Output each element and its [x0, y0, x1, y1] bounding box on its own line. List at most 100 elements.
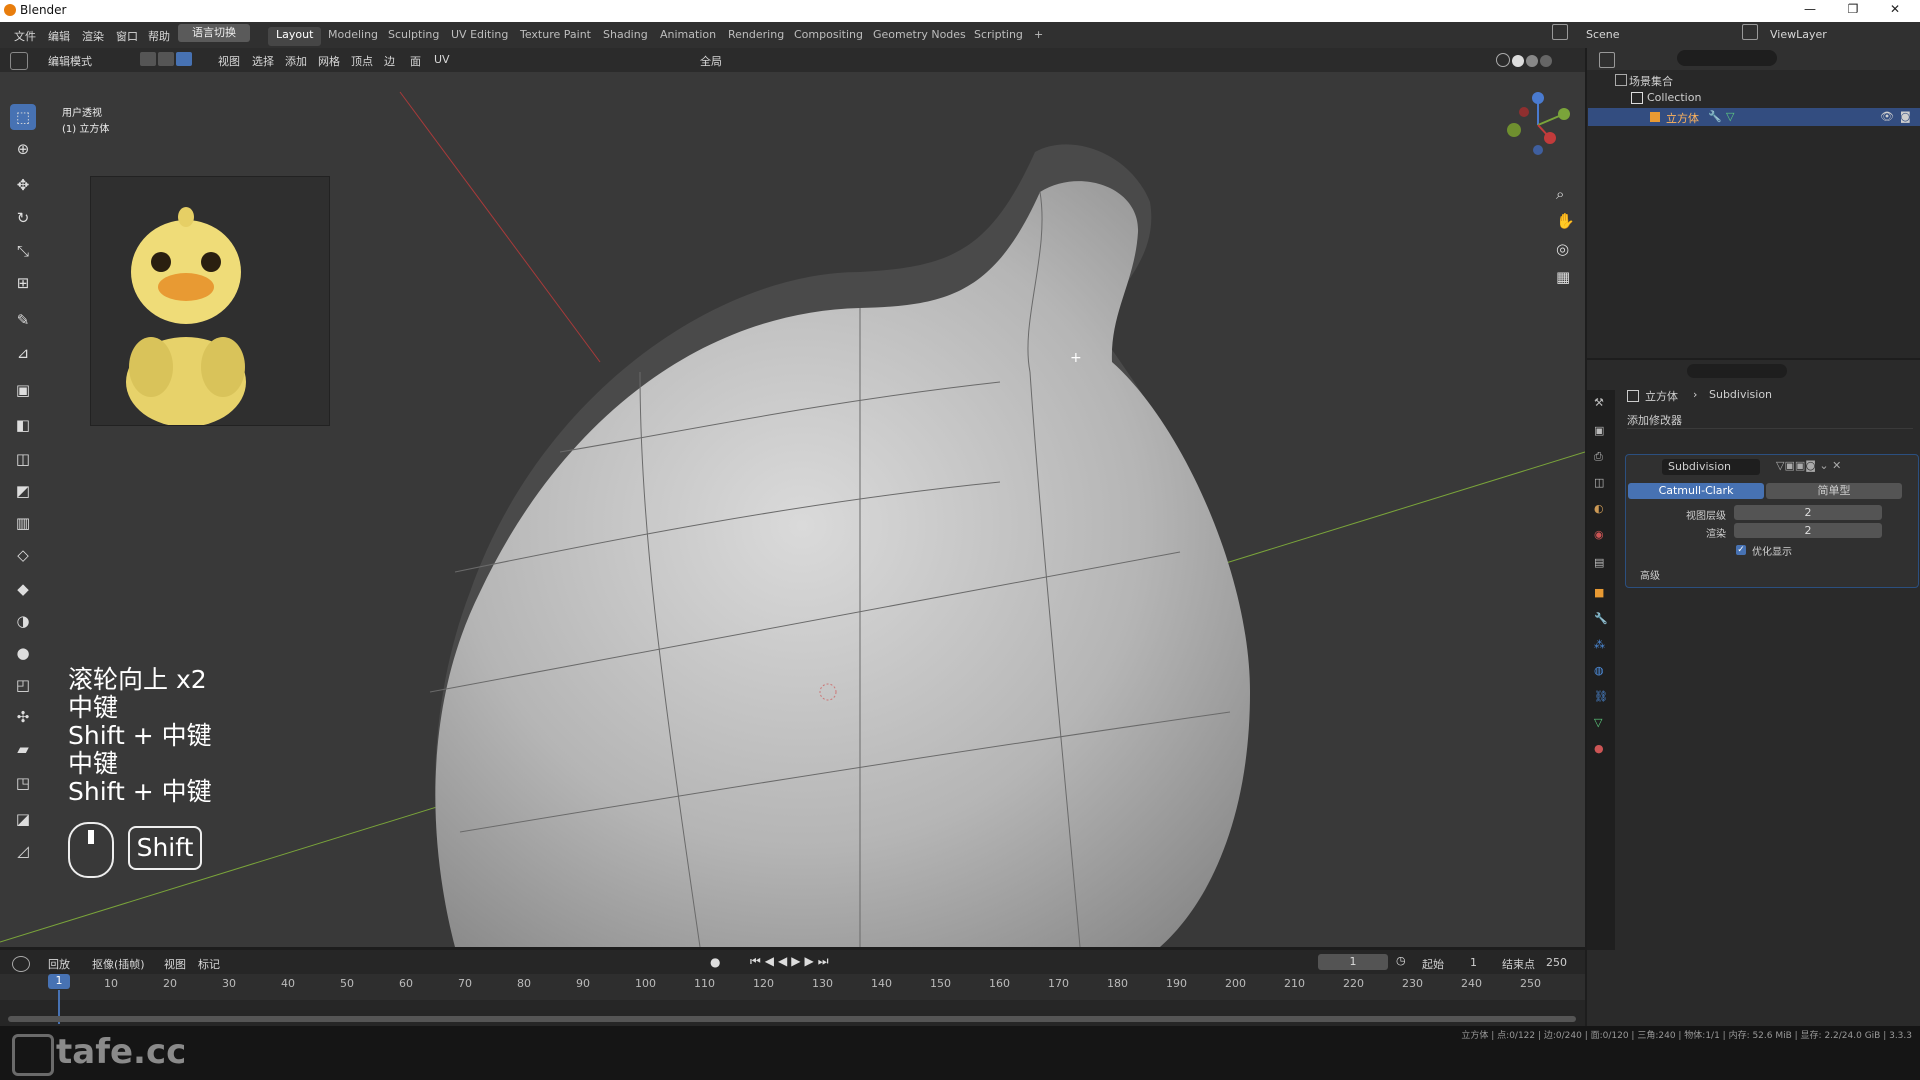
misc-tool[interactable]: ◿	[10, 838, 36, 864]
end-frame-value[interactable]: 250	[1546, 956, 1567, 969]
transform-orientation-dropdown[interactable]: 全局	[700, 53, 722, 69]
outliner-search-input[interactable]	[1677, 50, 1777, 66]
transform-tool[interactable]: ⊞	[10, 270, 36, 296]
shrink-fatten-tool[interactable]: ✣	[10, 704, 36, 730]
visibility-eye-icon[interactable]: 👁	[1880, 110, 1894, 123]
levels-viewport-field[interactable]: 2	[1734, 505, 1882, 520]
annotate-tool[interactable]: ✎	[10, 307, 36, 333]
outliner-object-row[interactable]: 立方体 🔧 ▽ 👁 ◙	[1588, 108, 1920, 126]
edge-select-icon[interactable]	[158, 52, 174, 66]
menu-uv[interactable]: UV	[434, 53, 450, 66]
pan-hand-icon[interactable]: ✋	[1556, 212, 1575, 230]
language-switch-button[interactable]: 语言切换	[178, 24, 250, 42]
face-select-icon[interactable]	[176, 52, 192, 66]
shading-mode-buttons[interactable]	[1495, 52, 1575, 68]
output-tab-icon[interactable]: ⎙	[1594, 450, 1603, 464]
material-tab-icon[interactable]: ●	[1594, 742, 1604, 755]
camera-view-icon[interactable]: ◎	[1556, 240, 1569, 258]
timeline-scrollbar[interactable]	[8, 1016, 1576, 1022]
optimal-display-checkbox[interactable]: ✓	[1736, 545, 1746, 555]
timeline-editor-icon[interactable]	[12, 956, 30, 972]
outliner-collection[interactable]: Collection	[1647, 91, 1701, 104]
maximize-button[interactable]: ❐	[1838, 2, 1868, 20]
breadcrumb-object[interactable]: 立方体	[1645, 388, 1678, 404]
menu-edge[interactable]: 边	[384, 53, 395, 69]
menu-mesh[interactable]: 网格	[318, 53, 340, 69]
tab-compositing[interactable]: Compositing	[786, 27, 871, 46]
menu-vertex[interactable]: 顶点	[351, 53, 373, 69]
poly-build-tool[interactable]: ◆	[10, 576, 36, 602]
navigation-gizmo[interactable]	[1500, 90, 1570, 160]
timeline-keying-menu[interactable]: 抠像(插帧)	[92, 956, 145, 972]
data-tab-icon[interactable]: ▽	[1594, 716, 1602, 729]
rotate-tool[interactable]: ↻	[10, 205, 36, 231]
collection-tab-icon[interactable]: ▤	[1594, 556, 1604, 569]
add-workspace-button[interactable]: +	[1026, 27, 1051, 46]
menu-face[interactable]: 面	[410, 53, 421, 69]
menu-window[interactable]: 窗口	[116, 28, 138, 44]
advanced-section-toggle[interactable]: 高级	[1640, 567, 1660, 582]
menu-edit[interactable]: 编辑	[48, 28, 70, 44]
knife-tool[interactable]: ◇	[10, 542, 36, 568]
cursor-tool[interactable]: ⊕	[10, 136, 36, 162]
view-layer-tab-icon[interactable]: ◫	[1594, 476, 1604, 489]
add-cube-tool[interactable]: ▣	[10, 377, 36, 403]
spin-tool[interactable]: ◑	[10, 608, 36, 634]
physics-tab-icon[interactable]: ◍	[1594, 664, 1604, 677]
outliner-scene-collection[interactable]: 场景集合	[1629, 73, 1673, 89]
properties-search-input[interactable]	[1687, 364, 1787, 378]
loop-cut-tool[interactable]: ▥	[10, 510, 36, 536]
modifier-toggles-icon[interactable]: ▽▣▣◙ ⌄ ✕	[1776, 459, 1841, 472]
tab-modeling[interactable]: Modeling	[320, 27, 386, 46]
tab-geometry-nodes[interactable]: Geometry Nodes	[865, 27, 974, 46]
record-icon[interactable]: ●	[710, 955, 720, 969]
timeline-playback-menu[interactable]: 回放	[48, 956, 70, 972]
menu-add[interactable]: 添加	[285, 53, 307, 69]
rip-tool[interactable]: ◳	[10, 770, 36, 796]
particles-tab-icon[interactable]: ⁂	[1594, 638, 1605, 651]
outliner-editor-icon[interactable]	[1599, 52, 1615, 68]
playback-controls-icon[interactable]: ⏮◀◀▶▶⏭	[750, 954, 833, 969]
timeline-view-menu[interactable]: 视图	[164, 956, 186, 972]
measure-tool[interactable]: ⊿	[10, 340, 36, 366]
uv-tool[interactable]: ◪	[10, 806, 36, 832]
playhead-frame-badge[interactable]: 1	[48, 974, 70, 989]
mode-dropdown[interactable]: 编辑模式	[48, 53, 92, 69]
close-button[interactable]: ✕	[1880, 2, 1910, 20]
modifier-name-field[interactable]: Subdivision	[1662, 459, 1760, 475]
tab-shading[interactable]: Shading	[595, 27, 656, 46]
menu-select[interactable]: 选择	[252, 53, 274, 69]
bevel-tool[interactable]: ◩	[10, 478, 36, 504]
zoom-icon[interactable]: ⌕	[1556, 185, 1564, 203]
tab-texture-paint[interactable]: Texture Paint	[512, 27, 599, 46]
select-box-tool[interactable]: ⬚	[10, 104, 36, 130]
tool-tab-icon[interactable]: ⚒	[1594, 396, 1604, 409]
breadcrumb-modifier[interactable]: Subdivision	[1709, 388, 1772, 401]
inset-tool[interactable]: ◫	[10, 446, 36, 472]
render-camera-icon[interactable]: ◙	[1900, 110, 1911, 123]
move-tool[interactable]: ✥	[10, 172, 36, 198]
timeline-marker-menu[interactable]: 标记	[198, 956, 220, 972]
scene-tab-icon[interactable]: ◐	[1594, 502, 1604, 515]
current-frame-field[interactable]: 1	[1318, 954, 1388, 970]
3d-viewport[interactable]: + ⌕ ✋ ◎ ▦ 用户透视 (1) 立方体 滚轮向上 x2 中键 Shift …	[0, 72, 1585, 947]
start-frame-value[interactable]: 1	[1470, 956, 1477, 969]
simple-tab[interactable]: 简单型	[1766, 483, 1902, 499]
smooth-tool[interactable]: ●	[10, 640, 36, 666]
tab-sculpting[interactable]: Sculpting	[380, 27, 447, 46]
constraints-tab-icon[interactable]: ⛓	[1594, 690, 1608, 703]
extrude-tool[interactable]: ◧	[10, 412, 36, 438]
vertex-select-icon[interactable]	[140, 52, 156, 66]
editor-type-icon[interactable]	[10, 52, 28, 70]
scale-tool[interactable]: ⤡	[10, 238, 36, 264]
add-modifier-dropdown[interactable]: 添加修改器	[1627, 412, 1913, 429]
reference-image[interactable]	[90, 176, 330, 427]
scene-name[interactable]: Scene	[1586, 28, 1620, 41]
tab-animation[interactable]: Animation	[652, 27, 724, 46]
tab-layout[interactable]: Layout	[268, 27, 322, 46]
tab-scripting[interactable]: Scripting	[966, 27, 1031, 46]
shear-tool[interactable]: ▰	[10, 736, 36, 762]
tab-rendering[interactable]: Rendering	[720, 27, 792, 46]
modifier-tab-icon[interactable]: 🔧	[1594, 612, 1608, 625]
minimize-button[interactable]: —	[1795, 2, 1825, 20]
